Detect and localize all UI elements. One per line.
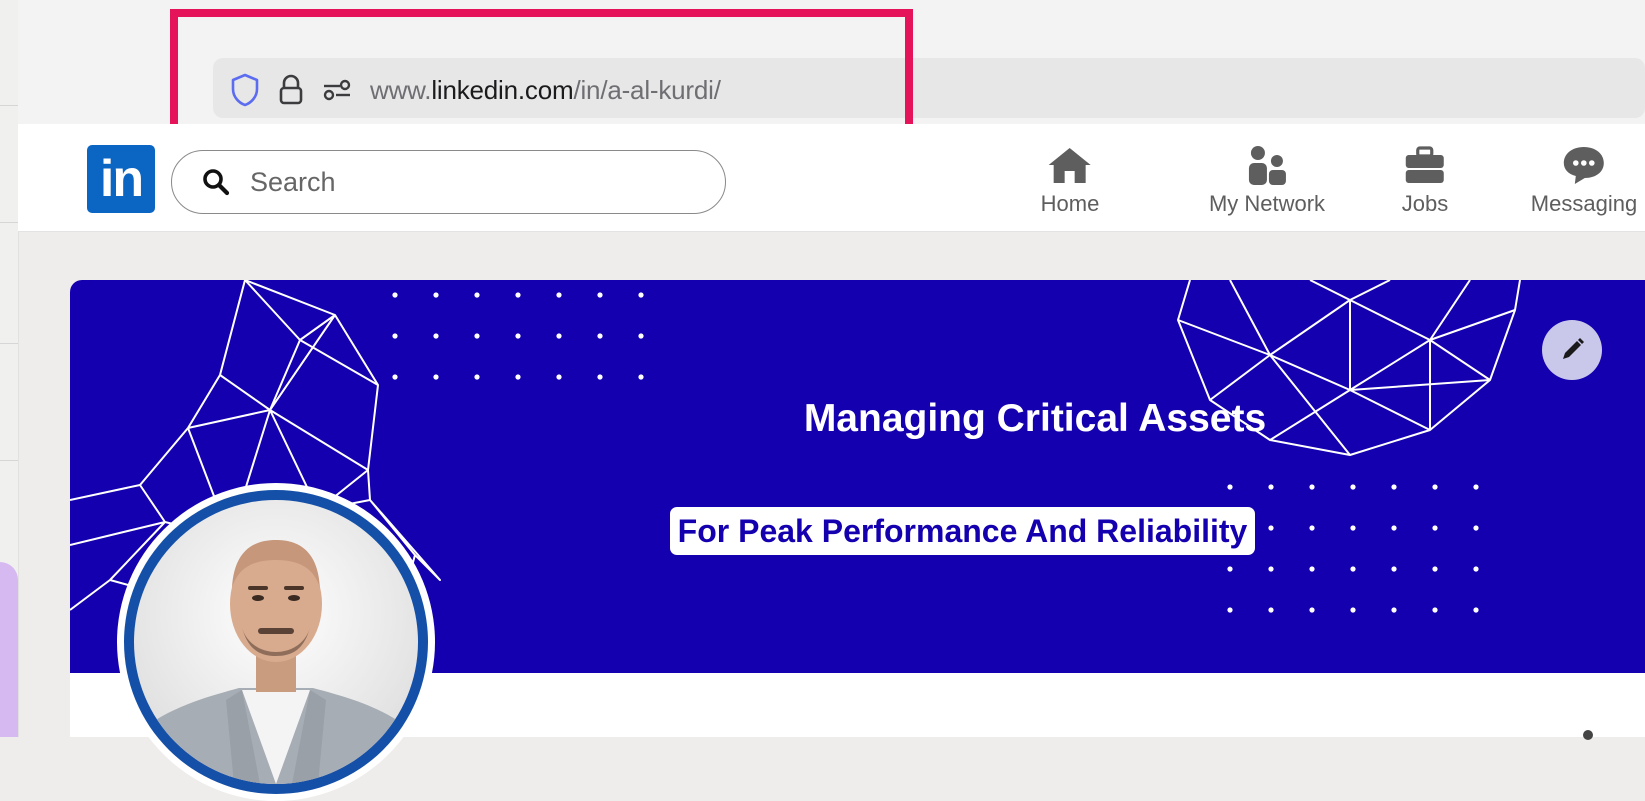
nav-jobs-label: Jobs [1401,191,1449,216]
home-icon [1049,148,1091,183]
banner-subtitle: For Peak Performance And Reliability [670,507,1255,555]
search-box[interactable] [171,150,726,214]
briefcase-icon [1405,146,1444,183]
more-options-icon[interactable] [1583,730,1593,740]
nav-home[interactable]: Home [1040,143,1100,217]
side-panel-tab[interactable] [0,562,18,737]
profile-photo[interactable] [117,483,435,801]
edit-banner-button[interactable] [1542,320,1602,380]
search-input[interactable] [248,165,672,199]
search-icon [203,169,230,196]
messaging-icon [1563,147,1604,184]
nav-my-network-label: My Network [1208,191,1326,216]
linkedin-logo[interactable]: in [87,145,155,213]
nav-messaging-label: Messaging [1530,191,1638,216]
nav-messaging[interactable]: Messaging [1531,143,1637,217]
network-icon [1249,146,1286,185]
nav-home-label: Home [1040,191,1100,216]
pencil-icon [1563,338,1584,359]
banner-title: Managing Critical Assets [803,397,1267,440]
nav-my-network[interactable]: My Network [1209,143,1325,217]
person-portrait [134,540,418,784]
nav-jobs[interactable]: Jobs [1402,143,1448,217]
